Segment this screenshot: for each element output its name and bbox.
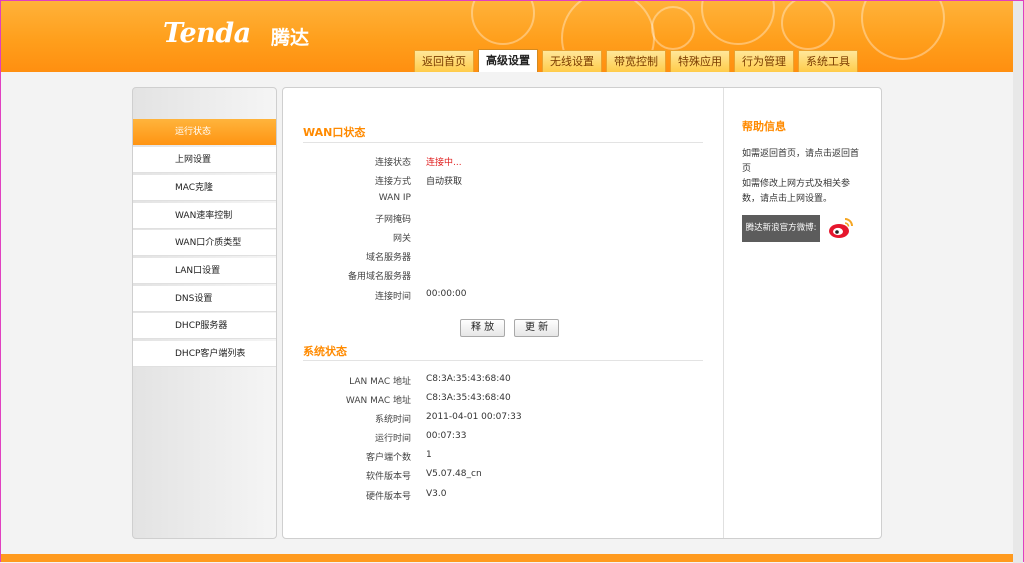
wan-row-label: 连接状态: [374, 158, 411, 168]
section-divider: [303, 142, 703, 143]
renew-button[interactable]: 更 新: [514, 319, 560, 337]
sidebar-item-dhcp-server[interactable]: DHCP服务器: [133, 313, 276, 339]
sidebar-item-dhcp-clients[interactable]: DHCP客户端列表: [133, 341, 276, 367]
help-title: 帮助信息: [742, 120, 786, 133]
tab-home[interactable]: 返回首页: [414, 50, 474, 72]
software-version-value: V5.07.48_cn: [426, 469, 482, 479]
sidebar-item-wan-media[interactable]: WAN口介质类型: [133, 230, 276, 256]
main-panel: WAN口状态 连接状态 连接中... 连接方式 自动获取 WAN IP 子网掩码…: [282, 87, 882, 539]
vertical-scrollbar[interactable]: [1013, 1, 1023, 563]
tab-special-apps[interactable]: 特殊应用: [670, 50, 730, 72]
decorative-bubble: [861, 1, 945, 60]
sidebar-item-dns[interactable]: DNS设置: [133, 286, 276, 312]
sys-row-label: LAN MAC 地址: [349, 377, 411, 387]
tenda-logo-cn: 腾达: [271, 27, 310, 49]
decorative-bubble: [781, 1, 835, 50]
hardware-version-value: V3.0: [426, 489, 447, 499]
wan-row-label: 连接时间: [374, 292, 411, 302]
sidebar-item-internet-setup[interactable]: 上网设置: [133, 147, 276, 173]
sys-row-label: 软件版本号: [365, 472, 411, 482]
sidebar: 运行状态 上网设置 MAC克隆 WAN速率控制 WAN口介质类型 LAN口设置 …: [132, 87, 277, 539]
section-divider: [303, 360, 703, 361]
help-text-home: 如需返回首页，请点击返回首页: [742, 149, 860, 174]
sys-row-label: 系统时间: [374, 415, 411, 425]
system-status-title: 系统状态: [303, 345, 347, 358]
tenda-logo: Tenda: [163, 18, 251, 49]
footer-bar: [1, 554, 1023, 562]
release-button[interactable]: 释 放: [460, 319, 506, 337]
help-text-internet: 如需修改上网方式及相关参数，请点击上网设置。: [742, 179, 851, 204]
decorative-bubble: [471, 1, 535, 45]
lan-mac-value: C8:3A:35:43:68:40: [426, 374, 511, 384]
header-banner: Tenda 腾达 返回首页 高级设置 无线设置 带宽控制 特殊应用 行为管理 系…: [1, 1, 1023, 72]
sys-row-label: WAN MAC 地址: [345, 396, 411, 406]
connection-type-value: 自动获取: [426, 177, 463, 187]
sidebar-item-lan[interactable]: LAN口设置: [133, 258, 276, 284]
tab-advanced[interactable]: 高级设置: [478, 49, 538, 72]
wan-row-label: 域名服务器: [365, 253, 411, 263]
wan-row-label: 连接方式: [374, 177, 411, 187]
wan-row-label: 网关: [392, 234, 411, 244]
connection-time-value: 00:00:00: [426, 289, 467, 299]
client-count-value: 1: [426, 450, 432, 460]
tab-wireless[interactable]: 无线设置: [542, 50, 602, 72]
tab-behavior[interactable]: 行为管理: [734, 50, 794, 72]
wan-row-label: 子网掩码: [374, 215, 411, 225]
connection-status-value: 连接中...: [426, 158, 462, 168]
decorative-bubble: [651, 6, 695, 50]
wan-row-label: 备用域名服务器: [347, 272, 411, 282]
tab-system-tools[interactable]: 系统工具: [798, 50, 858, 72]
tab-bandwidth[interactable]: 带宽控制: [606, 50, 666, 72]
sys-row-label: 运行时间: [374, 434, 411, 444]
sys-row-label: 客户端个数: [365, 453, 411, 463]
sidebar-item-mac-clone[interactable]: MAC克隆: [133, 175, 276, 201]
uptime-value: 00:07:33: [426, 431, 467, 441]
weibo-link-button[interactable]: 腾达新浪官方微博:: [742, 215, 820, 242]
sys-row-label: 硬件版本号: [365, 492, 411, 502]
help-divider: [723, 88, 724, 538]
nav-tabs: 返回首页 高级设置 无线设置 带宽控制 特殊应用 行为管理 系统工具: [414, 49, 858, 72]
sidebar-item-wan-rate[interactable]: WAN速率控制: [133, 203, 276, 229]
weibo-icon[interactable]: [828, 216, 854, 240]
wan-row-label: WAN IP: [378, 193, 411, 203]
sidebar-item-run-status[interactable]: 运行状态: [133, 119, 276, 145]
decorative-bubble: [701, 1, 775, 45]
wan-status-title: WAN口状态: [303, 126, 366, 139]
system-time-value: 2011-04-01 00:07:33: [426, 412, 522, 422]
wan-mac-value: C8:3A:35:43:68:40: [426, 393, 511, 403]
